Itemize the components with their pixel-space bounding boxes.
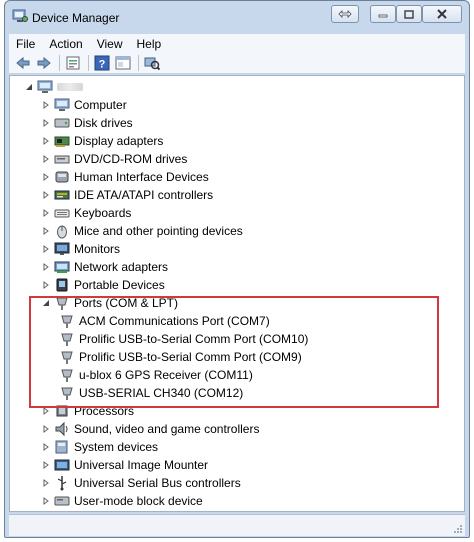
portable-device-icon (54, 277, 70, 293)
menu-file[interactable]: File (9, 37, 42, 51)
network-adapter-icon (54, 259, 70, 275)
toolbar-separator (59, 55, 60, 71)
menu-view[interactable]: View (90, 37, 130, 51)
computer-name-redacted (57, 83, 83, 91)
title-bar[interactable]: Device Manager (5, 1, 469, 31)
tree-category-label: Universal Image Mounter (74, 458, 209, 472)
tree-category-label: IDE ATA/ATAPI controllers (74, 188, 214, 202)
expand-arrow-icon[interactable] (41, 172, 50, 182)
tree-category-network-adapters[interactable]: Network adapters (41, 258, 168, 276)
ide-controller-icon (54, 187, 70, 203)
dvd-drive-icon (54, 151, 70, 167)
scan-hardware-icon[interactable] (144, 55, 160, 71)
expand-arrow-icon[interactable] (41, 190, 50, 200)
block-device-icon (54, 493, 70, 509)
tree-category-monitors[interactable]: Monitors (41, 240, 120, 258)
tree-category-label: Mice and other pointing devices (74, 224, 243, 238)
hid-icon (54, 169, 70, 185)
maximize-icon[interactable] (396, 5, 422, 23)
expand-arrow-icon[interactable] (41, 100, 50, 110)
tree-category-label: Disk drives (74, 116, 133, 130)
tree-category-label: System devices (74, 440, 159, 454)
expand-arrow-icon[interactable] (41, 280, 50, 290)
tree-category-label: DVD/CD-ROM drives (74, 152, 188, 166)
tree-category-label: Human Interface Devices (74, 170, 209, 184)
tree-category-mice-and-other-pointing-devices[interactable]: Mice and other pointing devices (41, 222, 243, 240)
help-icon[interactable]: ? (94, 55, 110, 71)
disk-drive-icon (54, 115, 70, 131)
monitor-icon (54, 241, 70, 257)
tree-category-label: Monitors (74, 242, 121, 256)
usb-icon (54, 475, 70, 491)
tree-category-ide-ata-atapi-controllers[interactable]: IDE ATA/ATAPI controllers (41, 186, 213, 204)
toolbar-separator (138, 55, 139, 71)
tree-category-label: Computer (74, 98, 127, 112)
resize-grip-icon[interactable] (453, 524, 463, 534)
tree-category-label: Display adapters (74, 134, 164, 148)
tree-category-sound-video-and-game-controllers[interactable]: Sound, video and game controllers (41, 420, 259, 438)
tree-category-system-devices[interactable]: System devices (41, 438, 158, 456)
ports-highlight-box (29, 296, 439, 408)
back-arrow-icon[interactable] (15, 55, 31, 71)
tree-category-label: Universal Serial Bus controllers (74, 476, 241, 490)
expand-arrow-icon[interactable] (41, 478, 50, 488)
tree-category-disk-drives[interactable]: Disk drives (41, 114, 133, 132)
expand-arrow-icon[interactable] (41, 442, 50, 452)
keyboard-icon (54, 205, 70, 221)
toolbar: ? (9, 53, 465, 74)
tree-category-label: Keyboards (74, 206, 132, 220)
device-manager-window: Device Manager File Action View Help ? C… (4, 0, 470, 538)
close-icon[interactable] (422, 5, 462, 23)
tree-category-user-mode-block-device[interactable]: User-mode block device (41, 492, 203, 510)
computer-icon (37, 79, 53, 95)
image-mounter-icon (54, 457, 70, 473)
forward-arrow-icon[interactable] (36, 55, 52, 71)
status-bar (9, 514, 465, 536)
expand-arrow-icon[interactable] (41, 460, 50, 470)
menu-help[interactable]: Help (130, 37, 169, 51)
svg-text:?: ? (99, 59, 106, 71)
expand-arrow-icon[interactable] (41, 226, 50, 236)
computer-icon (54, 97, 70, 113)
swap-icon[interactable] (331, 5, 359, 23)
mouse-icon (54, 223, 70, 239)
tree-category-label: User-mode block device (74, 494, 203, 508)
properties-icon[interactable] (65, 55, 81, 71)
minimize-icon[interactable] (370, 5, 396, 23)
menu-action[interactable]: Action (42, 37, 89, 51)
tree-category-dvd-cd-rom-drives[interactable]: DVD/CD-ROM drives (41, 150, 187, 168)
tree-category-universal-image-mounter[interactable]: Universal Image Mounter (41, 456, 208, 474)
tree-category-portable-devices[interactable]: Portable Devices (41, 276, 165, 294)
tree-category-keyboards[interactable]: Keyboards (41, 204, 131, 222)
expand-arrow-icon[interactable] (41, 262, 50, 272)
expand-arrow-icon[interactable] (41, 496, 50, 506)
tree-category-label: Network adapters (74, 260, 169, 274)
tree-category-human-interface-devices[interactable]: Human Interface Devices (41, 168, 209, 186)
tree-category-display-adapters[interactable]: Display adapters (41, 132, 163, 150)
display-adapter-icon (54, 133, 70, 149)
window-title: Device Manager (32, 11, 120, 25)
tree-category-universal-serial-bus-controllers[interactable]: Universal Serial Bus controllers (41, 474, 241, 492)
tree-root[interactable] (24, 78, 83, 96)
device-manager-icon (12, 9, 28, 23)
tree-category-label: Portable Devices (74, 278, 165, 292)
expand-arrow-icon[interactable] (41, 424, 50, 434)
collapse-arrow-icon[interactable] (24, 82, 33, 92)
system-device-icon (54, 439, 70, 455)
expand-arrow-icon[interactable] (41, 118, 50, 128)
device-tree-pane[interactable]: Computer Disk drives Display adapters DVD/C… (9, 75, 465, 512)
tree-category-computer[interactable]: Computer (41, 96, 127, 114)
expand-arrow-icon[interactable] (41, 136, 50, 146)
sound-icon (54, 421, 70, 437)
show-hide-pane-icon[interactable] (115, 55, 131, 71)
toolbar-separator (88, 55, 89, 71)
expand-arrow-icon[interactable] (41, 208, 50, 218)
menu-bar: File Action View Help (9, 34, 465, 53)
expand-arrow-icon[interactable] (41, 154, 50, 164)
expand-arrow-icon[interactable] (41, 244, 50, 254)
tree-category-label: Sound, video and game controllers (74, 422, 260, 436)
